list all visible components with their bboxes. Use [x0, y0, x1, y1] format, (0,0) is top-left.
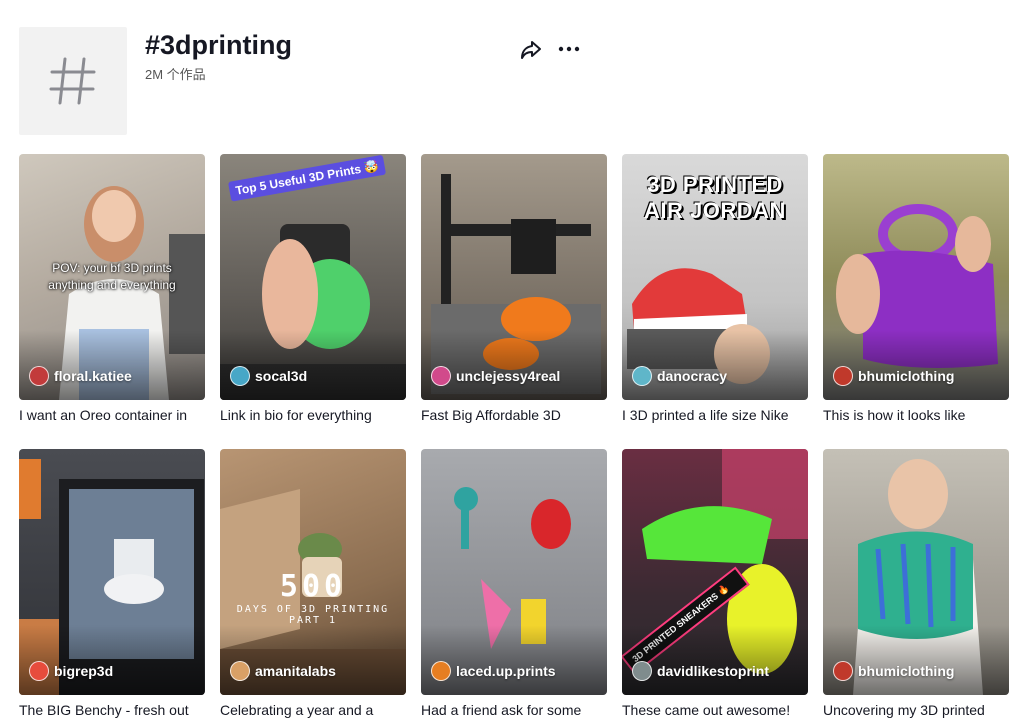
- video-thumbnail[interactable]: bhumiclothing: [823, 154, 1009, 400]
- avatar: [833, 661, 853, 681]
- author-info[interactable]: laced.up.prints: [431, 661, 556, 681]
- author-name: unclejessy4real: [456, 368, 561, 384]
- video-caption[interactable]: The BIG Benchy - fresh out: [19, 702, 205, 719]
- tag-header: #3dprinting 2M 个作品: [19, 27, 1009, 137]
- video-caption[interactable]: These came out awesome!: [622, 702, 808, 719]
- video-thumbnail[interactable]: POV: your bf 3D prints anything and ever…: [19, 154, 205, 400]
- hashtag-icon: [49, 57, 96, 105]
- video-card[interactable]: bigrep3d The BIG Benchy - fresh out: [19, 449, 205, 724]
- video-thumbnail[interactable]: 3D PRINTED SNEAKERS 🔥 davidlikestoprint: [622, 449, 808, 695]
- avatar: [431, 366, 451, 386]
- avatar: [230, 661, 250, 681]
- share-button[interactable]: [519, 37, 543, 61]
- pixel-number: 500: [279, 569, 347, 604]
- author-name: laced.up.prints: [456, 663, 556, 679]
- author-name: bigrep3d: [54, 663, 114, 679]
- page-title: #3dprinting: [145, 30, 292, 60]
- video-caption[interactable]: This is how it looks like: [823, 407, 1009, 424]
- video-card[interactable]: laced.up.prints Had a friend ask for som…: [421, 449, 607, 724]
- author-name: bhumiclothing: [858, 663, 955, 679]
- video-thumbnail[interactable]: bhumiclothing: [823, 449, 1009, 695]
- author-info[interactable]: danocracy: [632, 366, 727, 386]
- video-card[interactable]: Top 5 Useful 3D Prints 🤯 socal3d Link in…: [220, 154, 406, 429]
- share-icon: [521, 41, 541, 59]
- author-info[interactable]: bhumiclothing: [833, 366, 954, 386]
- video-card[interactable]: bhumiclothing This is how it looks like: [823, 154, 1009, 429]
- video-thumbnail[interactable]: unclejessy4real: [421, 154, 607, 400]
- video-thumbnail[interactable]: bigrep3d: [19, 449, 205, 695]
- video-caption[interactable]: I want an Oreo container in: [19, 407, 205, 424]
- video-card[interactable]: POV: your bf 3D prints anything and ever…: [19, 154, 205, 429]
- video-caption[interactable]: Had a friend ask for some: [421, 702, 607, 719]
- video-thumbnail[interactable]: Top 5 Useful 3D Prints 🤯 socal3d: [220, 154, 406, 400]
- video-overlay-text: POV: your bf 3D prints anything and ever…: [48, 261, 176, 292]
- avatar: [632, 661, 652, 681]
- video-caption[interactable]: Fast Big Affordable 3D: [421, 407, 607, 424]
- author-name: bhumiclothing: [858, 368, 955, 384]
- author-name: danocracy: [657, 368, 728, 384]
- author-name: davidlikestoprint: [657, 663, 770, 679]
- post-count: 2M 个作品: [145, 67, 206, 82]
- more-icon: [558, 46, 580, 52]
- avatar: [833, 366, 853, 386]
- video-card[interactable]: 3D PRINTED SNEAKERS 🔥 davidlikestoprint …: [622, 449, 808, 724]
- avatar: [632, 366, 652, 386]
- video-thumbnail[interactable]: laced.up.prints: [421, 449, 607, 695]
- video-caption[interactable]: I 3D printed a life size Nike: [622, 407, 808, 424]
- author-info[interactable]: bhumiclothing: [833, 661, 954, 681]
- video-card[interactable]: 3D PRINTED AIR JORDAN danocracy I 3D pri…: [622, 154, 808, 429]
- avatar: [431, 661, 451, 681]
- avatar: [29, 366, 49, 386]
- hashtag-avatar: [19, 27, 127, 135]
- author-info[interactable]: amanitalabs: [230, 661, 336, 681]
- author-info[interactable]: unclejessy4real: [431, 366, 560, 386]
- video-caption[interactable]: Link in bio for everything: [220, 407, 406, 424]
- video-card[interactable]: unclejessy4real Fast Big Affordable 3D: [421, 154, 607, 429]
- video-caption[interactable]: Uncovering my 3D printed: [823, 702, 1009, 719]
- video-card[interactable]: 500 DAYS OF 3D PRINTING PART 1 amanitala…: [220, 449, 406, 724]
- author-info[interactable]: bigrep3d: [29, 661, 113, 681]
- video-title-overlay: 3D PRINTED AIR JORDAN: [644, 172, 786, 223]
- more-options-button[interactable]: [557, 37, 581, 61]
- video-card[interactable]: bhumiclothing Uncovering my 3D printed: [823, 449, 1009, 724]
- video-caption[interactable]: Celebrating a year and a: [220, 702, 406, 719]
- author-info[interactable]: floral.katiee: [29, 366, 132, 386]
- video-grid: POV: your bf 3D prints anything and ever…: [19, 154, 1009, 724]
- author-info[interactable]: davidlikestoprint: [632, 661, 769, 681]
- video-thumbnail[interactable]: 500 DAYS OF 3D PRINTING PART 1 amanitala…: [220, 449, 406, 695]
- avatar: [230, 366, 250, 386]
- author-name: amanitalabs: [255, 663, 336, 679]
- pixel-subtitle: DAYS OF 3D PRINTING: [236, 604, 390, 615]
- avatar: [29, 661, 49, 681]
- author-info[interactable]: socal3d: [230, 366, 307, 386]
- author-name: socal3d: [255, 368, 308, 384]
- author-name: floral.katiee: [54, 368, 132, 384]
- video-thumbnail[interactable]: 3D PRINTED AIR JORDAN danocracy: [622, 154, 808, 400]
